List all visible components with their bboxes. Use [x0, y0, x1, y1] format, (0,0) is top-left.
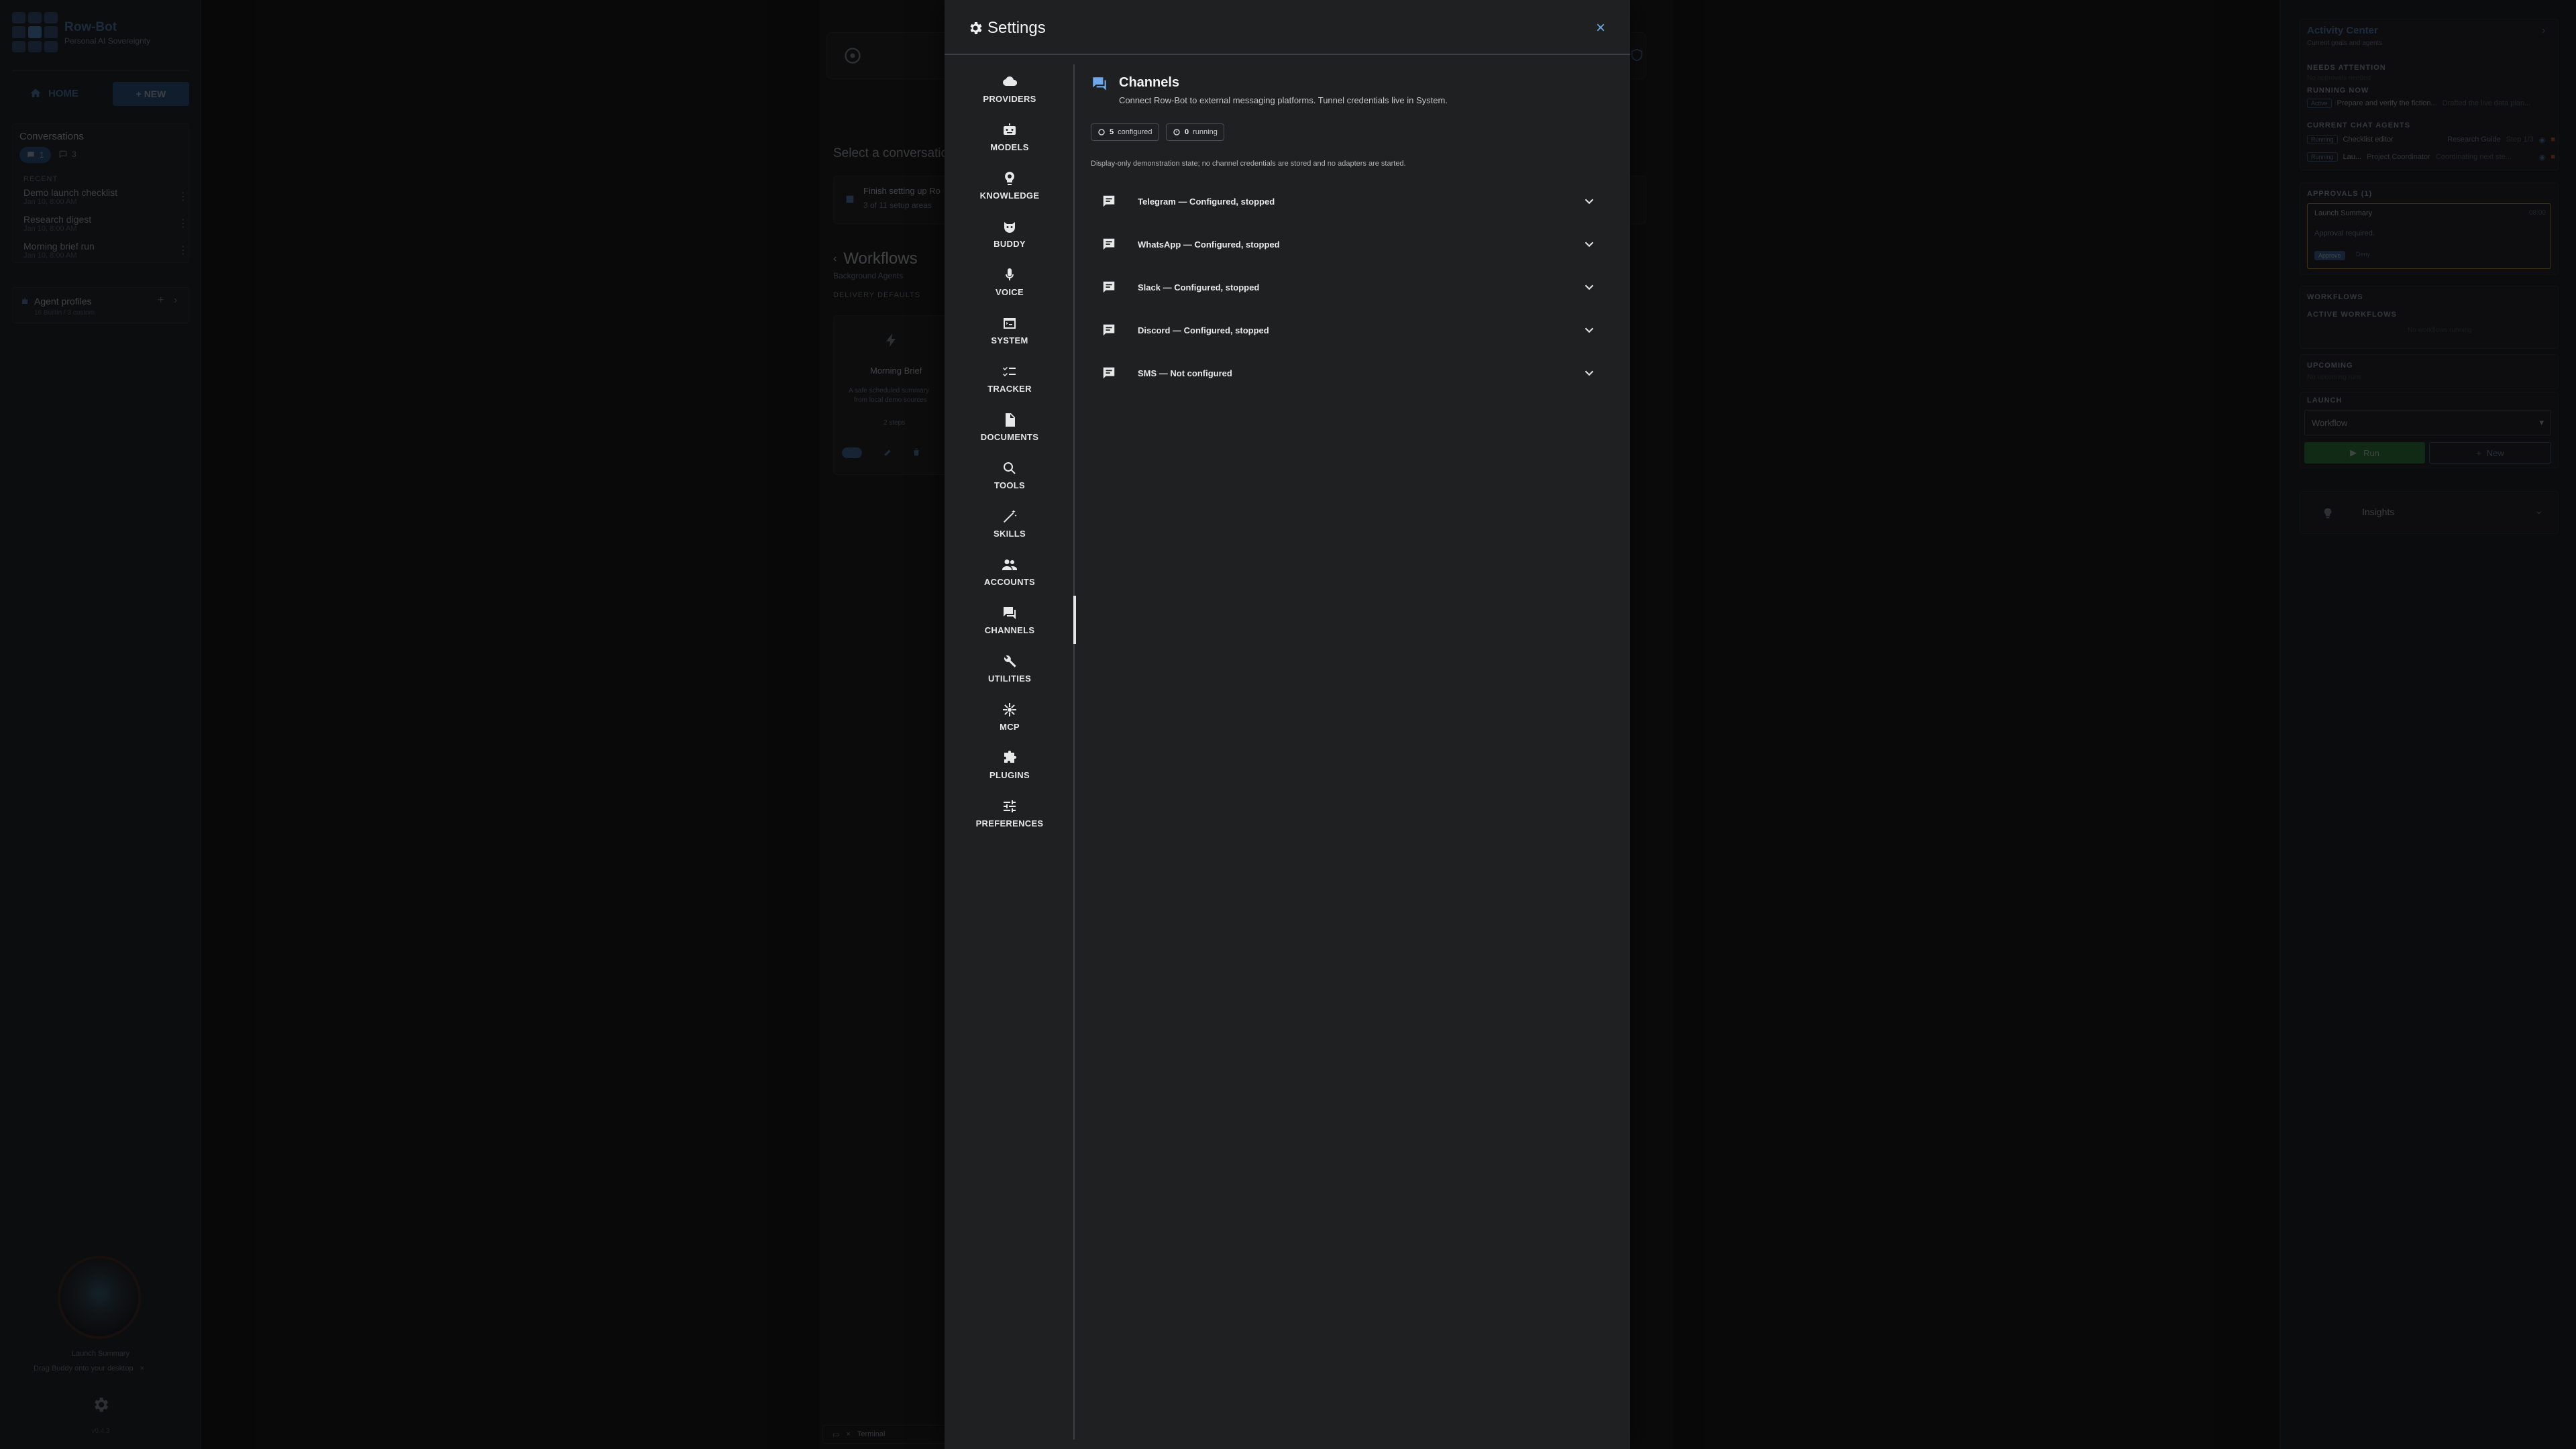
- chevron-down-icon[interactable]: [1582, 366, 1597, 380]
- nav-skills[interactable]: SKILLS: [945, 499, 1075, 547]
- channel-label: SMS — Not configured: [1138, 368, 1232, 378]
- nav-label: UTILITIES: [987, 673, 1032, 684]
- nav-buddy[interactable]: BUDDY: [945, 209, 1075, 258]
- running-count: 0: [1185, 128, 1189, 136]
- nav-label: DOCUMENTS: [980, 431, 1039, 442]
- people-icon: [1002, 559, 1017, 570]
- document-icon: [1006, 413, 1015, 427]
- settings-nav: PROVIDERS MODELS KNOWLEDGE BUDDY VOICE S…: [945, 64, 1076, 1440]
- gear-icon: [970, 22, 982, 34]
- channel-row-sms[interactable]: SMS — Not configured: [1091, 352, 1621, 394]
- chevron-down-icon[interactable]: [1582, 194, 1597, 209]
- nav-label: PLUGINS: [989, 769, 1030, 780]
- channel-row-telegram[interactable]: Telegram — Configured, stopped: [1091, 180, 1621, 223]
- channel-label: Telegram — Configured, stopped: [1138, 196, 1275, 207]
- terminal-icon: [1004, 317, 1016, 329]
- configured-label: configured: [1118, 128, 1152, 136]
- nav-label: KNOWLEDGE: [979, 190, 1040, 201]
- nav-utilities[interactable]: UTILITIES: [945, 644, 1075, 692]
- nav-label: PREFERENCES: [975, 818, 1044, 828]
- channel-label: Discord — Configured, stopped: [1138, 325, 1269, 335]
- chevron-down-icon[interactable]: [1582, 323, 1597, 337]
- settings-title: Settings: [987, 19, 1046, 37]
- puzzle-icon: [1004, 750, 1016, 763]
- nav-label: VOICE: [996, 286, 1024, 297]
- nav-label: PROVIDERS: [983, 93, 1036, 104]
- channel-row-slack[interactable]: Slack — Configured, stopped: [1091, 266, 1621, 309]
- robot-icon: [1004, 123, 1016, 135]
- nav-label: SYSTEM: [991, 335, 1028, 345]
- nav-channels[interactable]: CHANNELS: [945, 596, 1076, 644]
- wand-icon: [1004, 509, 1017, 523]
- configured-count: 5: [1110, 128, 1114, 136]
- message-icon: [1103, 367, 1115, 379]
- message-icon: [1103, 238, 1115, 250]
- chevron-down-icon[interactable]: [1582, 280, 1597, 294]
- nav-label: CHANNELS: [984, 625, 1035, 635]
- nav-plugins[interactable]: PLUGINS: [945, 741, 1075, 789]
- nav-mcp[interactable]: MCP: [945, 692, 1075, 741]
- channel-row-discord[interactable]: Discord — Configured, stopped: [1091, 309, 1621, 352]
- nav-preferences[interactable]: PREFERENCES: [945, 789, 1075, 837]
- running-badge: 0 running: [1166, 123, 1224, 141]
- checklist-icon: [1003, 366, 1016, 376]
- nav-label: MCP: [1000, 721, 1020, 732]
- cloud-icon: [1003, 76, 1018, 86]
- configured-badge: 5 configured: [1091, 123, 1159, 141]
- running-label: running: [1193, 128, 1218, 136]
- chat-icon: [1093, 77, 1106, 91]
- nav-providers[interactable]: PROVIDERS: [945, 64, 1075, 113]
- wrench-icon: [1004, 655, 1016, 667]
- channel-label: Slack — Configured, stopped: [1138, 282, 1260, 292]
- chevron-down-icon[interactable]: [1582, 237, 1597, 252]
- nav-label: MODELS: [990, 142, 1029, 152]
- page-title: Channels: [1119, 75, 1180, 90]
- gear-icon: [1098, 129, 1105, 136]
- dog-icon: [1004, 221, 1015, 233]
- nav-accounts[interactable]: ACCOUNTS: [945, 547, 1075, 596]
- nav-label: ACCOUNTS: [983, 576, 1036, 587]
- message-icon: [1103, 195, 1115, 207]
- nav-label: SKILLS: [993, 528, 1026, 539]
- message-icon: [1103, 324, 1115, 336]
- nav-label: TRACKER: [987, 383, 1032, 394]
- sliders-icon: [1004, 800, 1016, 812]
- nav-models[interactable]: MODELS: [945, 113, 1075, 161]
- channel-row-whatsapp[interactable]: WhatsApp — Configured, stopped: [1091, 223, 1621, 266]
- nav-knowledge[interactable]: KNOWLEDGE: [945, 161, 1075, 209]
- search-icon: [1004, 462, 1016, 474]
- demo-note: Display-only demonstration state; no cha…: [1091, 160, 1406, 168]
- page-subtitle: Connect Row-Bot to external messaging pl…: [1119, 95, 1448, 105]
- message-icon: [1103, 281, 1115, 293]
- nav-tools[interactable]: TOOLS: [945, 451, 1075, 499]
- nav-label: BUDDY: [994, 238, 1026, 249]
- channel-label: WhatsApp — Configured, stopped: [1138, 239, 1280, 250]
- mic-icon: [1006, 268, 1014, 280]
- nav-system[interactable]: SYSTEM: [945, 306, 1075, 354]
- nav-documents[interactable]: DOCUMENTS: [945, 402, 1075, 451]
- chat-icon: [1004, 606, 1016, 619]
- settings-header: Settings ×: [945, 0, 1630, 55]
- nav-label: TOOLS: [994, 480, 1026, 490]
- timer-icon: [1173, 129, 1180, 136]
- settings-modal: Settings × PROVIDERS MODELS KNOWLEDGE BU…: [945, 0, 1630, 1449]
- bulb-icon: [1005, 171, 1014, 185]
- nav-voice[interactable]: VOICE: [945, 258, 1075, 306]
- nav-tracker[interactable]: TRACKER: [945, 354, 1075, 402]
- close-icon[interactable]: ×: [1593, 20, 1609, 36]
- hub-icon: [1003, 702, 1016, 716]
